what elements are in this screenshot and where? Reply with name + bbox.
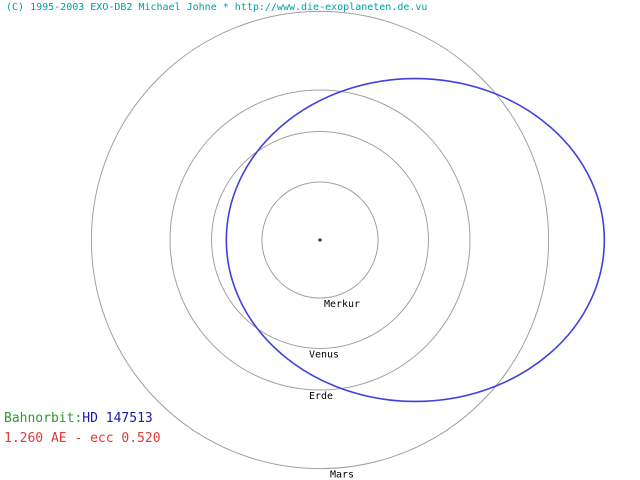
orbit-diagram: Merkur Venus Erde Mars: [90, 10, 606, 480]
legend-orbit-label: Bahnorbit:: [4, 411, 83, 426]
legend-params: 1.260 AE - ecc 0.520: [4, 431, 161, 446]
exoplanet-orbit: [225, 77, 606, 403]
legend-orbit: Bahnorbit:HD 147513: [4, 411, 153, 426]
planet-label-venus: Venus: [309, 349, 339, 360]
planet-label-mars: Mars: [330, 470, 354, 480]
planet-label-merkur: Merkur: [324, 299, 360, 310]
copyright-text: (C) 1995-2003 EXO-DB2 Michael Johne * ht…: [6, 2, 428, 13]
legend-star-name: HD 147513: [82, 411, 153, 426]
planet-label-erde: Erde: [309, 391, 333, 402]
star-marker: [318, 238, 322, 242]
